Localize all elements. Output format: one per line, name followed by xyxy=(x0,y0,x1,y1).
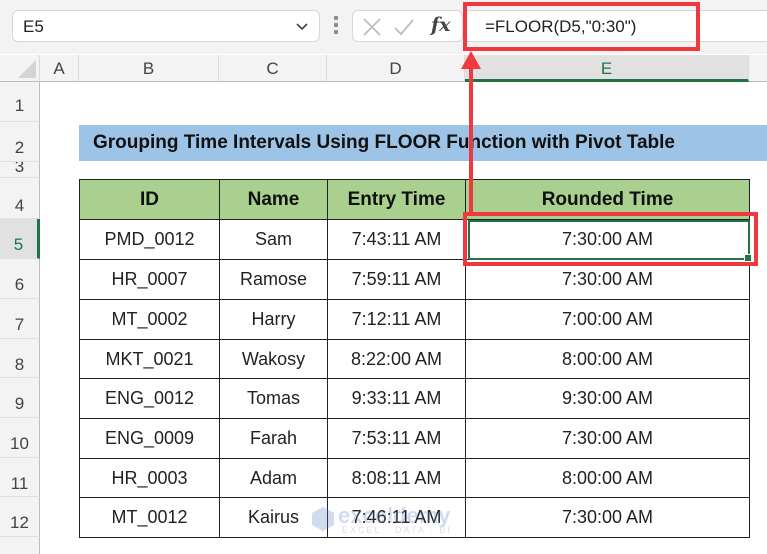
row-header-13[interactable] xyxy=(0,537,40,554)
table-row: ENG_0009 Farah 7:53:11 AM 7:30:00 AM xyxy=(79,418,750,459)
row-header-7[interactable]: 7 xyxy=(0,299,40,339)
cell-name[interactable]: Ramose xyxy=(219,259,328,300)
column-header-d[interactable]: D xyxy=(327,55,465,82)
cell-entry-time[interactable]: 7:43:11 AM xyxy=(327,219,466,260)
row-header-10[interactable]: 10 xyxy=(0,418,40,458)
cell-name[interactable]: Kairus xyxy=(219,497,328,538)
cell-entry-time[interactable]: 8:08:11 AM xyxy=(327,458,466,498)
cell-rounded-time[interactable]: 7:30:00 AM xyxy=(465,497,750,538)
cell-id[interactable]: HR_0003 xyxy=(79,458,220,498)
table-row: ENG_0012 Tomas 9:33:11 AM 9:30:00 AM xyxy=(79,378,750,419)
column-header-c[interactable]: C xyxy=(219,55,327,82)
cell-rounded-time[interactable]: 7:00:00 AM xyxy=(465,299,750,340)
cell-id[interactable]: HR_0007 xyxy=(79,259,220,300)
cell-id[interactable]: PMD_0012 xyxy=(79,219,220,260)
name-box-value: E5 xyxy=(23,17,44,36)
chevron-down-icon[interactable] xyxy=(295,20,309,34)
cell-rounded-time[interactable]: 9:30:00 AM xyxy=(465,378,750,419)
x-icon[interactable] xyxy=(361,16,383,38)
formula-highlight-box xyxy=(463,2,700,51)
cell-name[interactable]: Adam xyxy=(219,458,328,498)
cell-entry-time[interactable]: 7:12:11 AM xyxy=(327,299,466,340)
cell-entry-time[interactable]: 7:59:11 AM xyxy=(327,259,466,300)
cell-rounded-time[interactable]: 7:30:00 AM xyxy=(465,219,750,260)
table-row: HR_0007 Ramose 7:59:11 AM 7:30:00 AM xyxy=(79,259,750,300)
cell-name[interactable]: Farah xyxy=(219,418,328,459)
cell-rounded-time[interactable]: 7:30:00 AM xyxy=(465,259,750,300)
table-row: PMD_0012 Sam 7:43:11 AM 7:30:00 AM xyxy=(79,219,750,260)
row-header-8[interactable]: 8 xyxy=(0,339,40,378)
row-header-11[interactable]: 11 xyxy=(0,458,40,497)
column-header-e[interactable]: E xyxy=(465,55,749,82)
sheet-title[interactable]: Grouping Time Intervals Using FLOOR Func… xyxy=(79,125,767,161)
header-name[interactable]: Name xyxy=(219,179,328,220)
name-box[interactable]: E5 xyxy=(12,10,320,42)
cell-id[interactable]: MT_0012 xyxy=(79,497,220,538)
cell-rounded-time[interactable]: 7:30:00 AM xyxy=(465,418,750,459)
cell-entry-time[interactable]: 7:46:11 AM xyxy=(327,497,466,538)
annotation-arrow-head-icon xyxy=(461,51,481,69)
data-table: ID Name Entry Time Rounded Time PMD_0012… xyxy=(79,179,750,538)
header-id[interactable]: ID xyxy=(79,179,220,220)
cell-id[interactable]: MT_0002 xyxy=(79,299,220,340)
cell-id[interactable]: ENG_0012 xyxy=(79,378,220,419)
row-header-4[interactable]: 4 xyxy=(0,178,40,219)
cell-entry-time[interactable]: 8:22:00 AM xyxy=(327,339,466,379)
row-header-12[interactable]: 12 xyxy=(0,497,40,537)
cell-entry-time[interactable]: 7:53:11 AM xyxy=(327,418,466,459)
cell-id[interactable]: MKT_0021 xyxy=(79,339,220,379)
cell-id[interactable]: ENG_0009 xyxy=(79,418,220,459)
table-header-row: ID Name Entry Time Rounded Time xyxy=(79,179,750,220)
annotation-arrow-shaft xyxy=(469,66,473,214)
column-header-b[interactable]: B xyxy=(79,55,219,82)
row-header-6[interactable]: 6 xyxy=(0,259,40,299)
table-row: MT_0002 Harry 7:12:11 AM 7:00:00 AM xyxy=(79,299,750,340)
cell-name[interactable]: Sam xyxy=(219,219,328,260)
formula-buttons: fx xyxy=(352,10,463,42)
header-rounded-time[interactable]: Rounded Time xyxy=(465,179,750,220)
row-header-1[interactable]: 1 xyxy=(0,82,40,122)
cell-rounded-time[interactable]: 8:00:00 AM xyxy=(465,339,750,379)
row-header-2[interactable]: 2 xyxy=(0,122,40,162)
header-entry-time[interactable]: Entry Time xyxy=(327,179,466,220)
select-all-corner[interactable] xyxy=(0,55,40,82)
cell-name[interactable]: Tomas xyxy=(219,378,328,419)
insert-function-icon[interactable]: fx xyxy=(431,14,451,36)
column-header-a[interactable]: A xyxy=(40,55,79,82)
corner-triangle-icon xyxy=(18,60,36,78)
more-options-icon[interactable] xyxy=(333,16,339,38)
row-header-9[interactable]: 9 xyxy=(0,378,40,418)
check-icon[interactable] xyxy=(393,16,415,38)
cell-rounded-time[interactable]: 8:00:00 AM xyxy=(465,458,750,498)
table-row: MT_0012 Kairus 7:46:11 AM 7:30:00 AM xyxy=(79,497,750,538)
cell-name[interactable]: Harry xyxy=(219,299,328,340)
cell-entry-time[interactable]: 9:33:11 AM xyxy=(327,378,466,419)
cell-name[interactable]: Wakosy xyxy=(219,339,328,379)
row-header-5[interactable]: 5 xyxy=(0,219,40,259)
table-row: MKT_0021 Wakosy 8:22:00 AM 8:00:00 AM xyxy=(79,339,750,379)
table-row: HR_0003 Adam 8:08:11 AM 8:00:00 AM xyxy=(79,458,750,498)
column-header-f[interactable] xyxy=(749,55,767,82)
row-header-3[interactable]: 3 xyxy=(0,162,40,178)
